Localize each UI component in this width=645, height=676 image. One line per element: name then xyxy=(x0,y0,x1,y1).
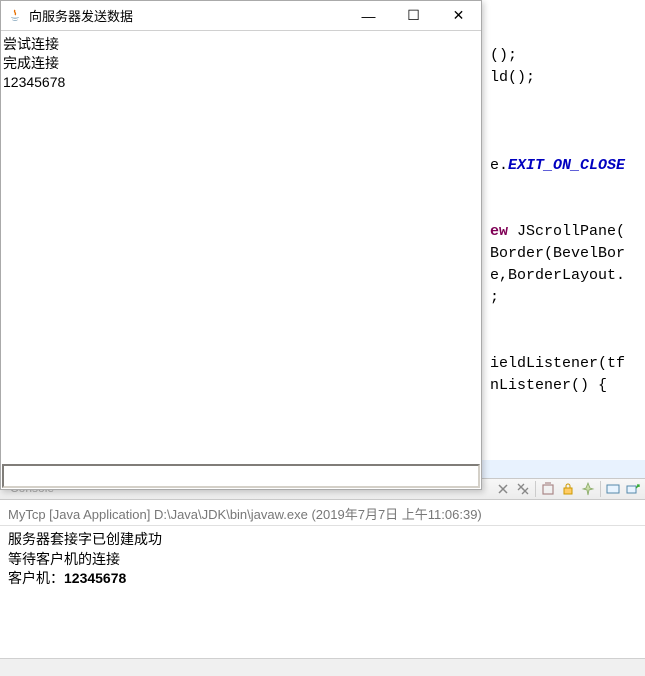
pin-console-icon[interactable] xyxy=(580,481,596,497)
open-console-icon[interactable] xyxy=(625,481,641,497)
console-output[interactable]: 服务器套接字已创建成功 等待客户机的连接 客户机：12345678 xyxy=(0,526,645,593)
console-line: 客户机：12345678 xyxy=(8,569,637,589)
close-button[interactable]: ✕ xyxy=(436,1,481,30)
console-run-description: MyTcp [Java Application] D:\Java\JDK\bin… xyxy=(0,500,645,526)
remove-all-icon[interactable] xyxy=(515,481,531,497)
output-line: 尝试连接 xyxy=(3,35,479,54)
scroll-lock-icon[interactable] xyxy=(560,481,576,497)
horizontal-scrollbar[interactable] xyxy=(0,658,645,676)
maximize-button[interactable]: ☐ xyxy=(391,1,436,30)
console-line: 服务器套接字已创建成功 xyxy=(8,530,637,550)
java-client-window: 向服务器发送数据 — ☐ ✕ 尝试连接 完成连接 12345678 xyxy=(0,0,482,490)
console-panel: Console × MyTcp [Java Application] D:\Ja… xyxy=(0,478,645,593)
window-title: 向服务器发送数据 xyxy=(29,6,346,25)
output-line: 完成连接 xyxy=(3,54,479,73)
minimize-button[interactable]: — xyxy=(346,1,391,30)
remove-launch-icon[interactable] xyxy=(495,481,511,497)
editor-caret-line xyxy=(482,460,645,480)
java-icon xyxy=(7,8,23,24)
message-input[interactable] xyxy=(4,466,478,486)
output-line: 12345678 xyxy=(3,73,479,92)
input-field-wrap xyxy=(2,464,480,488)
display-console-icon[interactable] xyxy=(605,481,621,497)
clear-console-icon[interactable] xyxy=(540,481,556,497)
titlebar[interactable]: 向服务器发送数据 — ☐ ✕ xyxy=(1,1,481,31)
console-line: 等待客户机的连接 xyxy=(8,550,637,570)
output-textarea[interactable]: 尝试连接 完成连接 12345678 xyxy=(1,31,481,463)
